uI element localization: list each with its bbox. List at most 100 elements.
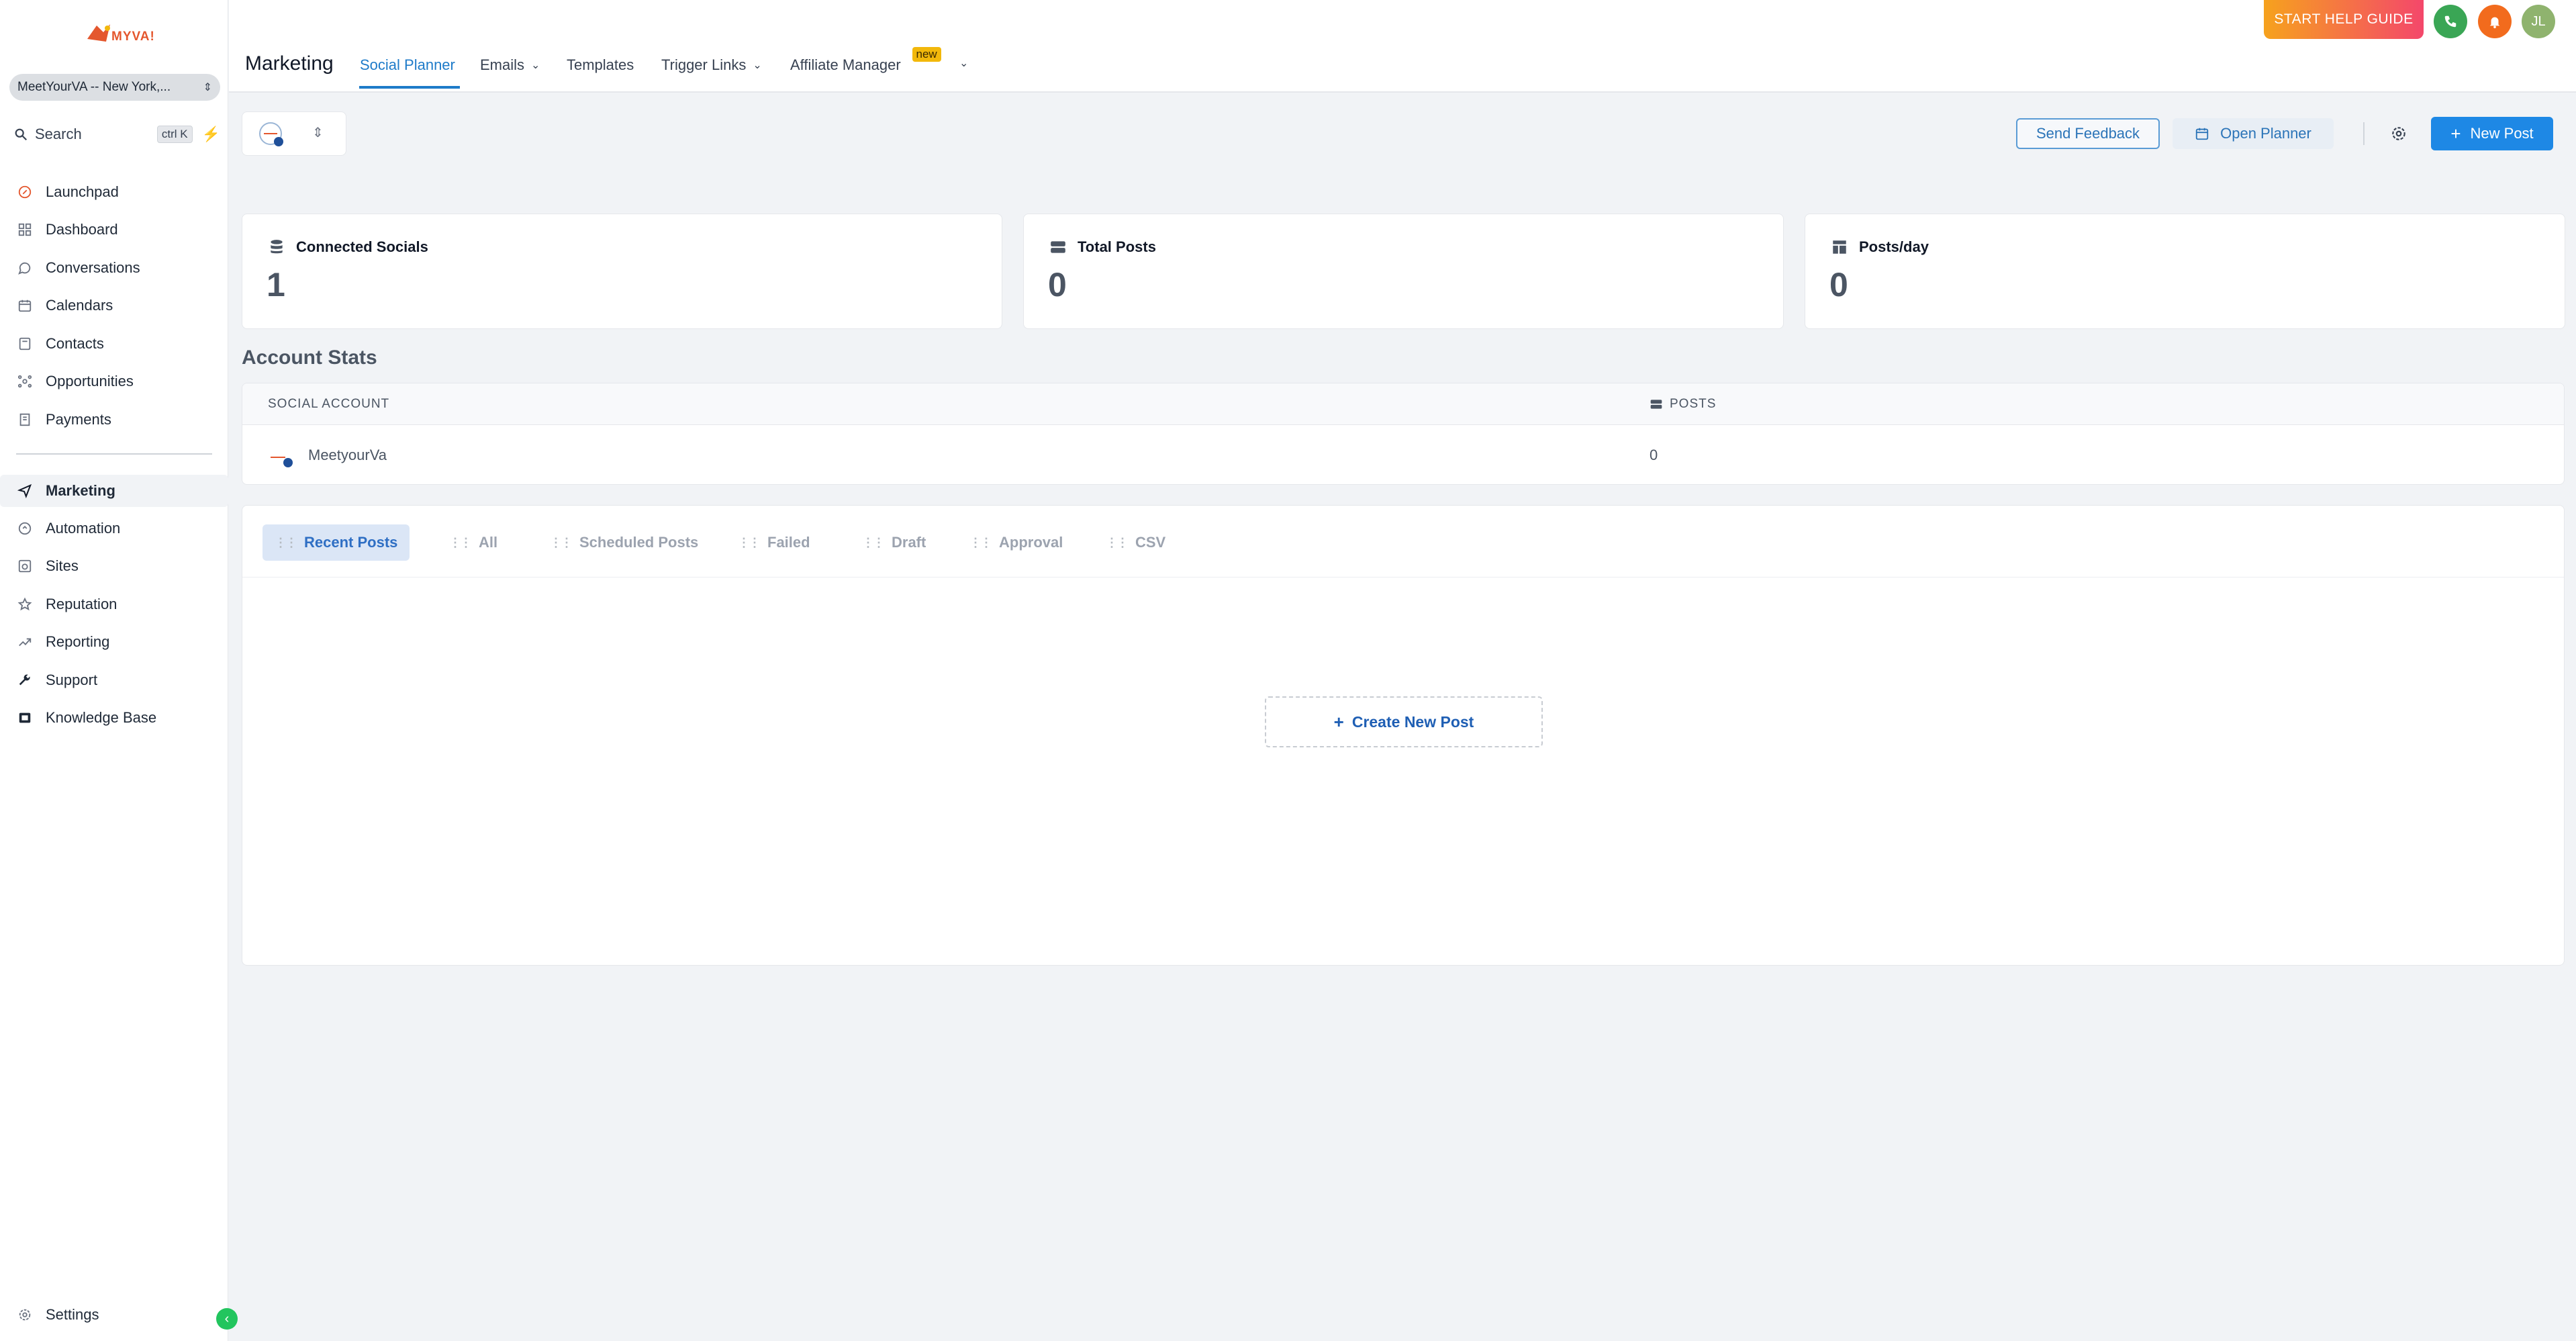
tab-approval[interactable]: ⋮⋮ Approval [957,524,1075,561]
sidebar-search[interactable]: Search ctrl K ⚡ [9,121,220,148]
server-icon [1051,241,1065,253]
tab-social-planner[interactable]: Social Planner [360,56,455,74]
star-icon [16,596,34,613]
stat-value: 0 [1829,266,1848,304]
page-title: Marketing [245,52,334,75]
sidebar-item-conversations[interactable]: Conversations [9,252,220,284]
sidebar-item-label: Conversations [46,259,140,276]
bolt-icon[interactable]: ⚡ [202,126,220,143]
tab-label: CSV [1135,534,1166,551]
column-header-label: POSTS [1670,397,1717,411]
drag-handle-icon: ⋮⋮ [738,535,761,549]
sidebar-item-label: Calendars [46,297,113,314]
sites-icon [16,557,34,575]
tab-label: Failed [767,534,810,551]
drag-handle-icon: ⋮⋮ [969,535,992,549]
server-icon [1650,400,1662,409]
tab-trigger-links[interactable]: Trigger Links ⌄ [661,56,762,74]
grid-icon [16,221,34,238]
sidebar-item-reputation[interactable]: Reputation [9,588,220,620]
drag-handle-icon: ⋮⋮ [275,535,297,549]
sidebar-item-support[interactable]: Support [9,664,220,696]
send-feedback-button[interactable]: Send Feedback [2016,118,2160,149]
settings-button[interactable] [2383,118,2414,149]
tab-recent-posts[interactable]: ⋮⋮ Recent Posts [263,524,410,561]
receipt-icon [16,411,34,428]
sidebar-item-label: Contacts [46,335,104,352]
phone-button[interactable] [2434,5,2467,38]
new-badge: new [912,47,941,62]
tab-label: Approval [999,534,1063,551]
search-label: Search [35,126,82,142]
plus-icon: + [1333,711,1344,732]
open-planner-label: Open Planner [2220,125,2311,142]
sidebar-item-automation[interactable]: Automation [9,512,220,545]
account-filter-select[interactable]: ⇕ [242,111,346,156]
stat-label: Total Posts [1078,238,1156,255]
tab-affiliate-manager[interactable]: Affiliate Manager new [790,47,941,74]
tab-draft[interactable]: ⋮⋮ Draft [850,524,938,561]
account-name: MeetYourVA -- New York,... [17,80,171,94]
sidebar-item-knowledge-base[interactable]: Knowledge Base [9,702,220,734]
sidebar-item-opportunities[interactable]: Opportunities [9,365,220,398]
sidebar-item-dashboard[interactable]: Dashboard [9,214,220,246]
tab-label: All [479,534,498,551]
sidebar-item-launchpad[interactable]: Launchpad [9,176,220,208]
search-icon [15,128,28,141]
drag-handle-icon: ⋮⋮ [1106,535,1129,549]
start-help-guide-button[interactable]: START HELP GUIDE [2264,0,2424,39]
sidebar-item-label: Reporting [46,633,110,650]
trend-icon [16,633,34,651]
tab-label: Scheduled Posts [579,534,699,551]
tab-csv[interactable]: ⋮⋮ CSV [1094,524,1178,561]
chevron-down-icon: ⌄ [753,60,762,71]
sidebar-item-label: Launchpad [46,183,119,200]
user-avatar[interactable]: JL [2522,5,2555,38]
sidebar-item-label: Settings [46,1306,99,1323]
stat-label: Connected Socials [296,238,428,255]
sidebar-item-contacts[interactable]: Contacts [9,328,220,360]
tab-label: Recent Posts [304,534,398,551]
gear-icon [16,1306,34,1324]
more-tabs-chevron[interactable]: ⌄ [959,56,968,70]
calendar-icon [16,297,34,314]
tab-failed[interactable]: ⋮⋮ Failed [726,524,822,561]
tab-label: Affiliate Manager [790,56,901,73]
account-stats-title: Account Stats [242,346,377,369]
sidebar-item-settings[interactable]: Settings [9,1299,220,1331]
tab-emails[interactable]: Emails ⌄ [480,56,540,74]
chevron-updown-icon: ⇕ [312,126,324,140]
open-planner-button[interactable]: Open Planner [2173,118,2334,149]
stat-value: 0 [1048,266,1067,304]
layout-icon [1833,240,1846,254]
tab-scheduled-posts[interactable]: ⋮⋮ Scheduled Posts [538,524,710,561]
rocket-icon [16,183,34,201]
sidebar: MYVA! MeetYourVA -- New York,... ⇕ Searc… [0,0,238,1341]
brand-logo[interactable]: MYVA! [81,16,154,50]
collapse-sidebar-icon[interactable]: ‹ [216,1308,238,1330]
notifications-button[interactable] [2478,5,2512,38]
top-bar: Marketing Social Planner Emails ⌄ Templa… [229,0,2576,93]
tab-label: Templates [567,56,634,73]
sidebar-item-label: Support [46,672,98,688]
sidebar-item-reporting[interactable]: Reporting [9,626,220,658]
sidebar-item-label: Marketing [46,482,115,499]
sidebar-item-marketing[interactable]: Marketing [0,475,228,507]
toolbar-divider [2363,122,2365,145]
sidebar-item-calendars[interactable]: Calendars [9,289,220,322]
column-header-social-account: SOCIAL ACCOUNT [268,397,390,411]
sidebar-item-payments[interactable]: Payments [9,404,220,436]
new-post-button[interactable]: + New Post [2431,117,2553,150]
create-new-post-button[interactable]: + Create New Post [1265,696,1543,747]
posts-panel: ⋮⋮ Recent Posts ⋮⋮ All ⋮⋮ Scheduled Posts ⋮… [242,505,2565,966]
calendar-icon [2195,128,2209,140]
tab-templates[interactable]: Templates [567,56,634,74]
active-tab-indicator [359,86,460,89]
drag-handle-icon: ⋮⋮ [449,535,472,549]
tab-all[interactable]: ⋮⋮ All [437,524,510,561]
tab-label-wrap: Affiliate Manager new [790,47,941,74]
sidebar-item-sites[interactable]: Sites [9,550,220,582]
account-switcher[interactable]: MeetYourVA -- New York,... ⇕ [9,74,220,101]
logo-text: MYVA! [111,30,155,44]
gear-icon [2392,127,2405,140]
